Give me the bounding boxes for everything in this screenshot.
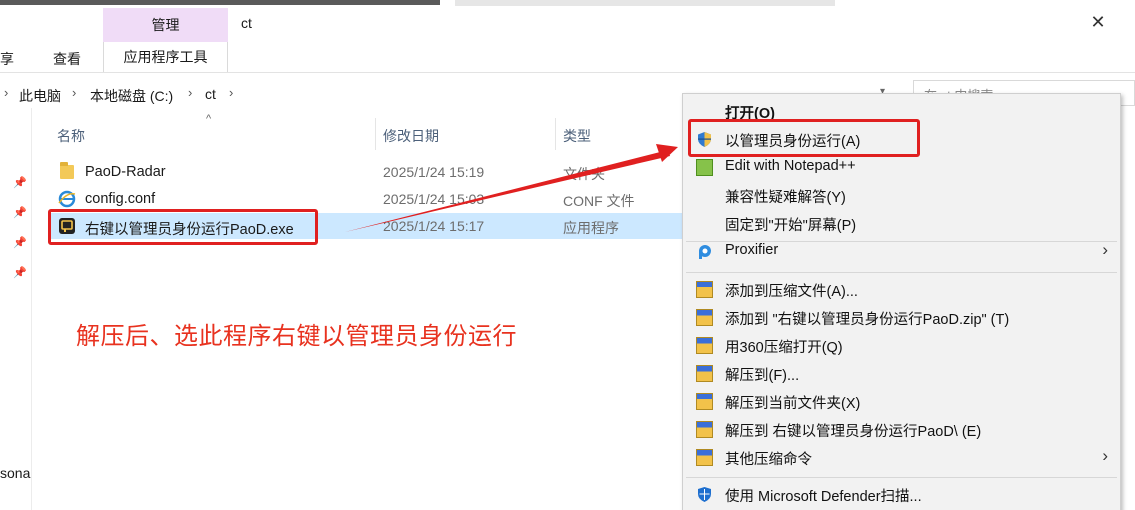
pin-icon[interactable]: 📌 (13, 206, 27, 219)
navigation-pane[interactable]: 📌 📌 📌 📌 (0, 108, 32, 510)
ie-file-icon (58, 190, 76, 208)
column-header-date[interactable]: 修改日期 (383, 126, 439, 146)
ribbon-divider (0, 72, 1135, 73)
file-type: 应用程序 (563, 220, 619, 236)
menu-item-defender-scan[interactable]: 使用 Microsoft Defender扫描... (683, 481, 1120, 509)
column-divider[interactable] (375, 118, 376, 150)
menu-item-label: Proxifier (725, 242, 779, 258)
contextual-group-label: 管理 (103, 8, 228, 42)
menu-item-extract-folder[interactable]: 解压到 右键以管理员身份运行PaoD\ (E) (683, 416, 1120, 444)
menu-item-open-360[interactable]: 用360压缩打开(Q) (683, 332, 1120, 360)
folder-icon (60, 162, 74, 179)
menu-item-label: 用360压缩打开(Q) (725, 340, 843, 356)
highlight-box-file (48, 209, 318, 245)
column-header-type[interactable]: 类型 (563, 126, 591, 146)
file-type: CONF 文件 (563, 193, 635, 209)
tab-application-tools[interactable]: 应用程序工具 (103, 42, 228, 72)
menu-separator (686, 272, 1117, 273)
breadcrumb-ct[interactable]: ct (205, 86, 216, 102)
notepadpp-icon (696, 159, 713, 176)
menu-item-more-compress[interactable]: 其他压缩命令 › (683, 444, 1120, 472)
highlight-box-menu (688, 119, 920, 157)
sort-ascending-icon: ^ (206, 113, 212, 125)
file-row[interactable]: PaoD-Radar 2025/1/24 15:19 文件夹 (48, 159, 688, 185)
menu-item-label: 兼容性疑难解答(Y) (725, 190, 846, 206)
menu-item-extract-here[interactable]: 解压到当前文件夹(X) (683, 388, 1120, 416)
pin-icon[interactable]: 📌 (13, 176, 27, 189)
archive-icon (696, 337, 713, 354)
menu-item-add-archive[interactable]: 添加到压缩文件(A)... (683, 276, 1120, 304)
menu-item-notepadpp[interactable]: Edit with Notepad++ (683, 154, 1120, 182)
chevron-right-icon[interactable]: › (229, 85, 233, 100)
tab-share[interactable]: 享 (0, 49, 14, 69)
chevron-right-icon[interactable]: › (188, 85, 192, 100)
file-name: PaoD-Radar (85, 164, 166, 180)
proxifier-icon (699, 245, 711, 259)
explorer-window: { "window": { "title": "ct" }, "ribbon":… (0, 0, 1135, 510)
menu-item-label: 解压到(F)... (725, 368, 800, 384)
defender-icon (698, 487, 711, 502)
background-image (0, 0, 440, 5)
chevron-right-icon: › (4, 85, 9, 100)
menu-item-pin-start[interactable]: 固定到"开始"屏幕(P) (683, 210, 1120, 238)
column-header-name[interactable]: 名称 (57, 126, 85, 146)
menu-item-label: 添加到 "右键以管理员身份运行PaoD.zip" (T) (725, 312, 1010, 328)
archive-icon (696, 365, 713, 382)
file-date: 2025/1/24 15:19 (383, 164, 485, 180)
archive-icon (696, 421, 713, 438)
background-window (455, 0, 835, 6)
file-date: 2025/1/24 15:03 (383, 191, 485, 207)
menu-item-label: Edit with Notepad++ (725, 158, 856, 174)
instruction-annotation: 解压后、选此程序右键以管理员身份运行 (76, 322, 517, 350)
menu-item-proxifier[interactable]: Proxifier › (683, 238, 1120, 266)
archive-icon (696, 281, 713, 298)
breadcrumb-this-pc[interactable]: 此电脑 (19, 86, 61, 106)
nav-item-partial[interactable]: sona (0, 465, 30, 481)
menu-item-label: 解压到当前文件夹(X) (725, 396, 861, 412)
pin-icon[interactable]: 📌 (13, 266, 27, 279)
file-type: 文件夹 (563, 166, 605, 182)
menu-item-add-zip[interactable]: 添加到 "右键以管理员身份运行PaoD.zip" (T) (683, 304, 1120, 332)
menu-item-label: 解压到 右键以管理员身份运行PaoD\ (E) (725, 424, 982, 440)
menu-item-label: 添加到压缩文件(A)... (725, 284, 858, 300)
archive-icon (696, 393, 713, 410)
window-title: ct (241, 15, 252, 31)
menu-item-compat[interactable]: 兼容性疑难解答(Y) (683, 182, 1120, 210)
close-icon[interactable]: ✕ (1088, 12, 1108, 32)
menu-item-extract-to[interactable]: 解压到(F)... (683, 360, 1120, 388)
tab-view[interactable]: 查看 (53, 49, 81, 69)
archive-icon (696, 449, 713, 466)
breadcrumb-local-disk[interactable]: 本地磁盘 (C:) (90, 86, 173, 106)
pin-icon[interactable]: 📌 (13, 236, 27, 249)
chevron-right-icon[interactable]: › (72, 85, 76, 100)
archive-icon (696, 309, 713, 326)
file-name: config.conf (85, 191, 156, 207)
menu-separator (686, 477, 1117, 478)
file-date: 2025/1/24 15:17 (383, 218, 485, 234)
column-divider[interactable] (555, 118, 556, 150)
background-strip (0, 0, 1135, 8)
chevron-right-icon: › (1102, 240, 1108, 259)
menu-item-label: 其他压缩命令 (725, 452, 812, 468)
chevron-right-icon: › (1102, 446, 1108, 465)
menu-item-label: 使用 Microsoft Defender扫描... (725, 489, 922, 505)
menu-item-label: 固定到"开始"屏幕(P) (725, 218, 857, 234)
